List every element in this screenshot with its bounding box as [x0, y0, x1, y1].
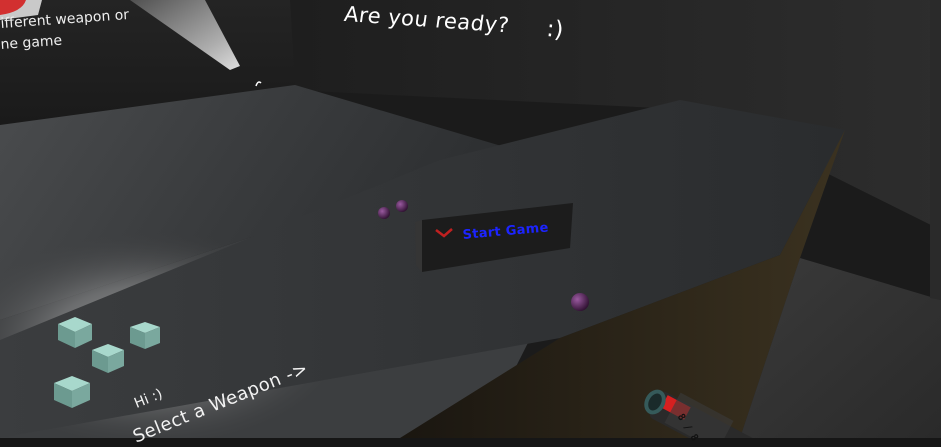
sphere — [571, 293, 589, 311]
sphere — [378, 207, 390, 219]
start-panel-side — [415, 220, 422, 272]
ready-smiley: :) — [545, 16, 565, 44]
right-column — [930, 0, 941, 300]
game-scene — [0, 0, 941, 438]
sphere — [396, 200, 408, 212]
